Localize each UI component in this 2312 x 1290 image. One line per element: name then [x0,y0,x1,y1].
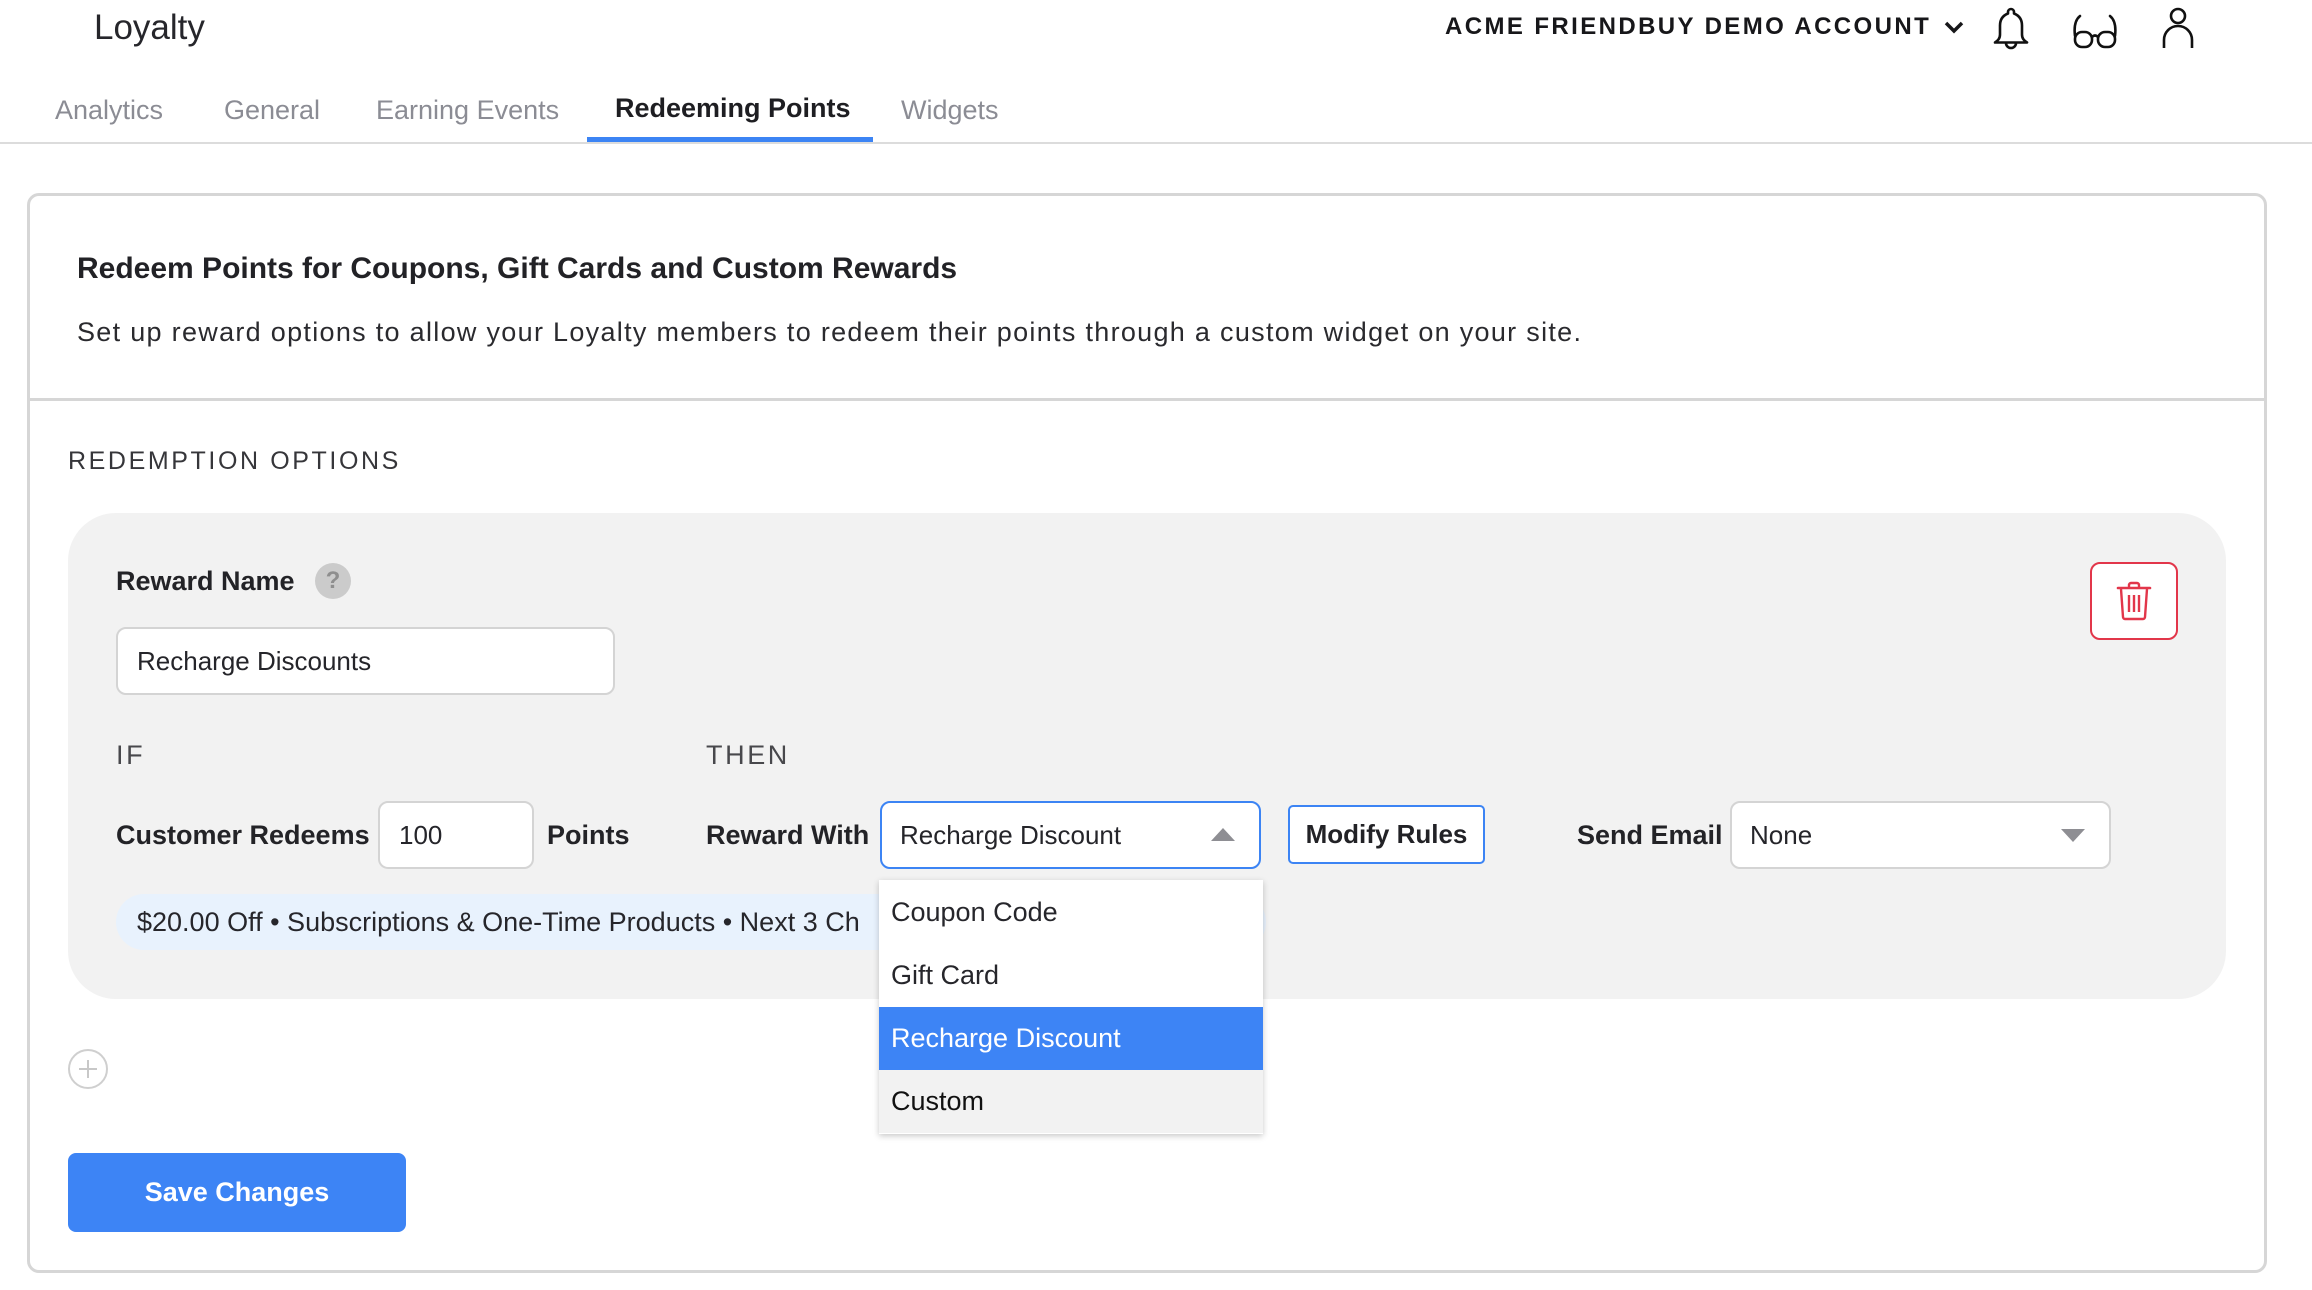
app-title: Loyalty [94,8,205,47]
chevron-down-icon [1944,21,1964,34]
card-header: Redeem Points for Coupons, Gift Cards an… [30,196,2264,401]
tab-earning-events[interactable]: Earning Events [376,92,559,128]
points-value: 100 [399,820,443,850]
active-tab-indicator [587,137,873,142]
save-changes-button[interactable]: Save Changes [68,1153,406,1232]
option-custom[interactable]: Custom [879,1070,1263,1133]
tab-bar: Analytics General Earning Events Redeemi… [0,82,2312,144]
reward-name-value: Recharge Discounts [137,646,372,676]
trash-icon [2116,581,2152,621]
reward-name-input[interactable]: Recharge Discounts [116,627,615,695]
card-title: Redeem Points for Coupons, Gift Cards an… [77,252,958,285]
reward-name-label: Reward Name [116,566,295,596]
user-icon[interactable] [2158,6,2198,50]
points-input[interactable]: 100 [378,801,534,869]
option-coupon-code[interactable]: Coupon Code [879,881,1263,944]
option-gift-card[interactable]: Gift Card [879,944,1263,1007]
add-reward-plus-icon[interactable] [68,1049,108,1089]
then-label: THEN [706,740,790,770]
reward-type-dropdown-menu: Coupon Code Gift Card Recharge Discount … [879,880,1263,1134]
tab-analytics[interactable]: Analytics [55,92,163,128]
customer-redeems-label: Customer Redeems [116,820,370,850]
tab-widgets[interactable]: Widgets [901,92,999,128]
redemption-options-heading: REDEMPTION OPTIONS [68,447,401,475]
bell-icon[interactable] [1991,6,2031,50]
reward-type-value: Recharge Discount [900,819,1122,850]
if-label: IF [116,740,146,770]
account-name: ACME FRIENDBUY DEMO ACCOUNT [1445,13,1932,40]
tab-general[interactable]: General [224,92,320,128]
glasses-icon[interactable] [2072,12,2118,50]
reward-with-label: Reward With [706,820,870,850]
help-icon[interactable]: ? [315,563,351,599]
tab-redeeming-points[interactable]: Redeeming Points [615,90,851,126]
reward-type-select[interactable]: Recharge Discount [880,801,1261,869]
card-description: Set up reward options to allow your Loya… [77,317,1583,347]
caret-up-icon [1211,828,1235,841]
send-email-value: None [1750,819,1813,850]
option-recharge-discount[interactable]: Recharge Discount [879,1007,1263,1070]
account-switcher[interactable]: ACME FRIENDBUY DEMO ACCOUNT [1445,12,1965,42]
send-email-select[interactable]: None [1730,801,2111,869]
delete-reward-button[interactable] [2090,562,2178,640]
modify-rules-button[interactable]: Modify Rules [1288,805,1485,864]
send-email-label: Send Email [1577,820,1723,850]
points-label: Points [547,820,630,850]
caret-down-icon [2061,829,2085,842]
